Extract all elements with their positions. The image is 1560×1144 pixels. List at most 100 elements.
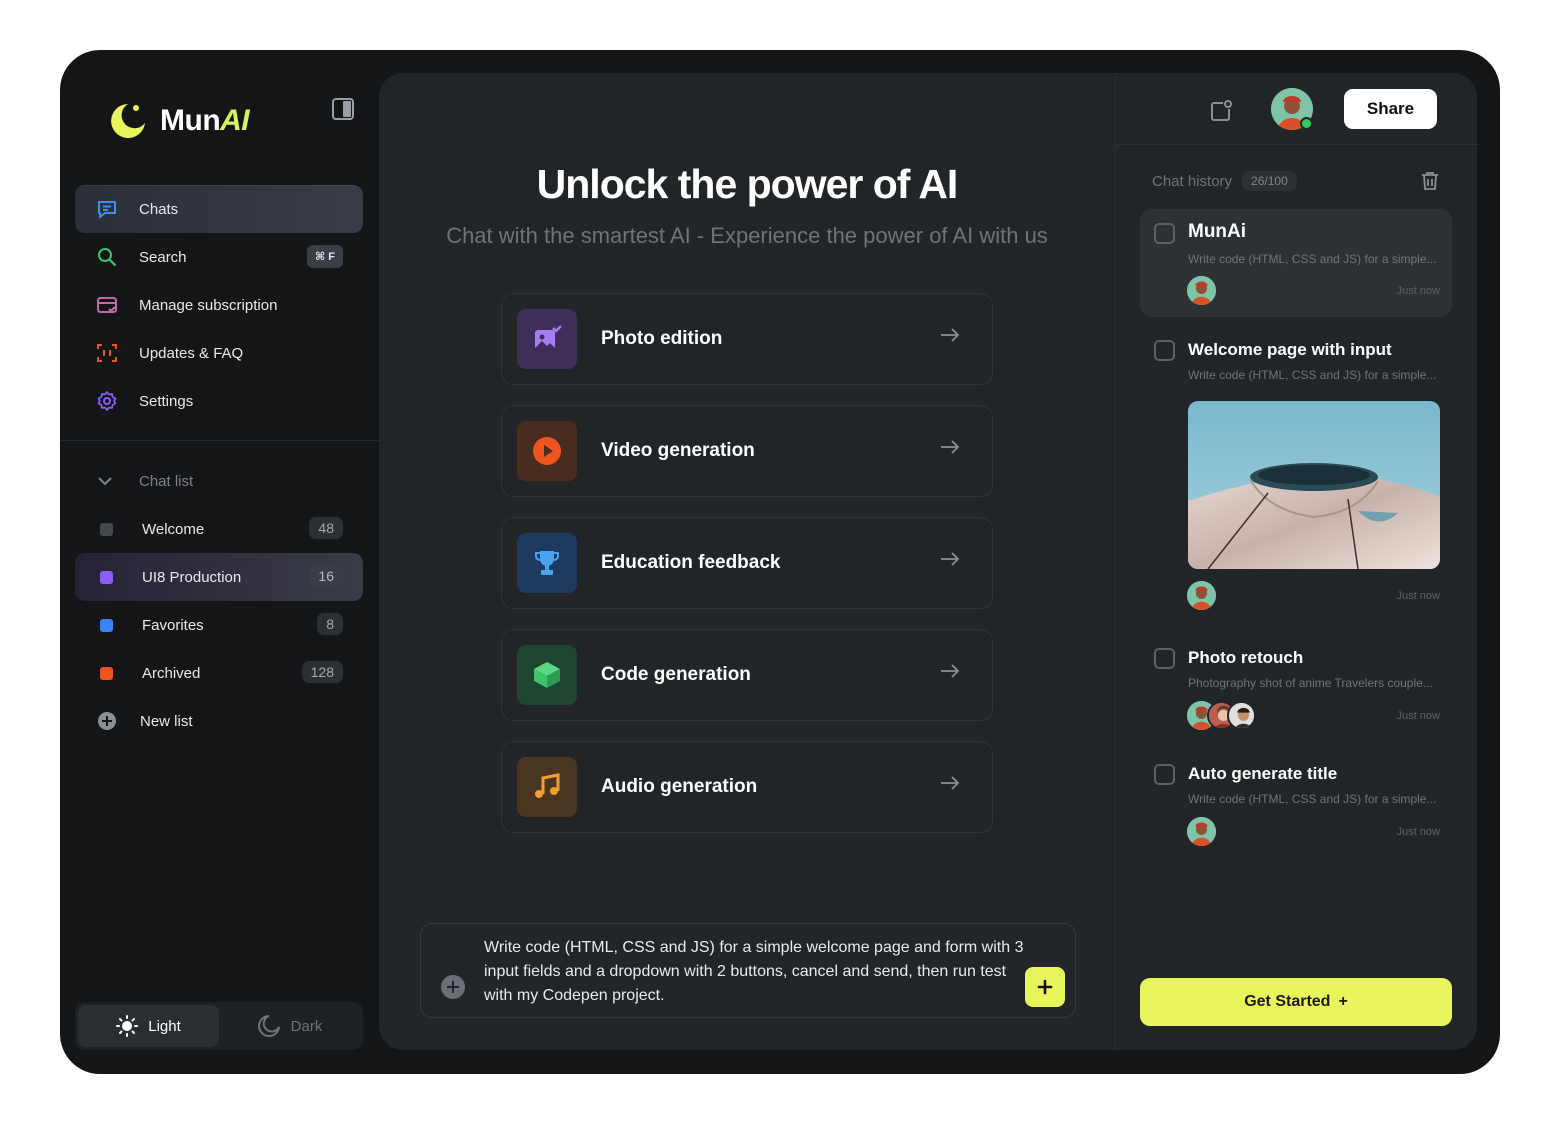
list-label: Archived — [142, 664, 201, 682]
card-code-generation[interactable]: Code generation — [501, 629, 993, 721]
history-title: Photo retouch — [1188, 648, 1304, 667]
list-item-archived[interactable]: Archived 128 — [75, 649, 363, 697]
list-label: UI8 Production — [142, 568, 242, 586]
list-color-dot — [100, 618, 113, 632]
send-button[interactable] — [1025, 967, 1065, 1007]
chat-list-title: Chat list — [139, 472, 194, 490]
list-count: 128 — [301, 661, 343, 683]
checkbox[interactable] — [1154, 223, 1175, 244]
theme-dark-label: Dark — [290, 1017, 323, 1035]
moon-icon — [257, 1015, 280, 1037]
music-icon — [517, 757, 577, 817]
history-desc: Photography shot of anime Travelers coup… — [1188, 676, 1433, 690]
card-label: Code generation — [601, 664, 751, 685]
card-audio-generation[interactable]: Audio generation — [501, 741, 993, 833]
checkbox[interactable] — [1154, 764, 1175, 785]
history-desc: Write code (HTML, CSS and JS) for a simp… — [1188, 368, 1437, 382]
search-icon — [95, 245, 119, 269]
nav-label: Search — [139, 248, 187, 266]
nav-item-search[interactable]: Search ⌘ F — [75, 233, 363, 281]
chevron-down-icon — [97, 473, 117, 490]
chat-list-header[interactable]: Chat list — [75, 457, 363, 505]
attach-plus-icon[interactable] — [441, 975, 465, 999]
main-nav: Chats Search ⌘ F Manage subscription Upd… — [75, 185, 363, 425]
theme-dark-button[interactable]: Dark — [219, 1005, 360, 1047]
message-input[interactable]: Write code (HTML, CSS and JS) for a simp… — [484, 936, 1029, 1008]
history-label: Chat history — [1152, 172, 1233, 190]
nav-item-chats[interactable]: Chats — [75, 185, 363, 233]
arrow-right-icon — [941, 552, 960, 566]
history-title: Welcome page with input — [1188, 340, 1392, 359]
message-composer[interactable]: Write code (HTML, CSS and JS) for a simp… — [420, 923, 1076, 1018]
list-count: 16 — [309, 565, 343, 587]
history-time: Just now — [1396, 710, 1440, 722]
history-count: 26/100 — [1242, 171, 1297, 191]
cube-icon — [517, 645, 577, 705]
checkbox[interactable] — [1154, 340, 1175, 361]
history-desc: Write code (HTML, CSS and JS) for a simp… — [1188, 792, 1437, 806]
image-thumbnail[interactable] — [1188, 401, 1440, 569]
card-label: Video generation — [601, 440, 755, 461]
arrow-right-icon — [941, 664, 960, 678]
history-item[interactable]: Auto generate title Write code (HTML, CS… — [1140, 749, 1452, 849]
nav-item-updates[interactable]: Updates & FAQ — [75, 329, 363, 377]
nav-item-settings[interactable]: Settings — [75, 377, 363, 425]
history-time: Just now — [1396, 826, 1440, 838]
list-item-ui8-production[interactable]: UI8 Production 16 — [75, 553, 363, 601]
moon-logo-icon — [111, 104, 145, 138]
card-education-feedback[interactable]: Education feedback — [501, 517, 993, 609]
new-list-button[interactable]: New list — [75, 697, 363, 745]
page-subtitle: Chat with the smartest AI - Experience t… — [446, 223, 1048, 248]
card-video-generation[interactable]: Video generation — [501, 405, 993, 497]
plus-circle-icon — [98, 712, 116, 730]
list-item-welcome[interactable]: Welcome 48 — [75, 505, 363, 553]
share-button[interactable]: Share — [1344, 89, 1437, 129]
plus-icon: + — [1338, 993, 1348, 1010]
logo[interactable]: MunAI — [106, 100, 250, 142]
theme-light-button[interactable]: Light — [78, 1005, 219, 1047]
list-color-dot — [100, 666, 113, 680]
avatar — [1187, 817, 1216, 846]
nav-label: Settings — [139, 392, 194, 410]
chat-bubble-icon — [95, 197, 119, 221]
history-item[interactable]: MunAi Write code (HTML, CSS and JS) for … — [1140, 209, 1452, 317]
avatar — [1187, 276, 1216, 305]
scan-icon — [95, 341, 119, 365]
history-time: Just now — [1396, 285, 1440, 297]
right-panel: Share Chat history 26/100 MunAi Write co… — [1115, 73, 1478, 1050]
card-label: Audio generation — [601, 776, 758, 797]
get-started-label: Get Started — [1244, 993, 1331, 1010]
list-item-favorites[interactable]: Favorites 8 — [75, 601, 363, 649]
arrow-right-icon — [941, 328, 960, 342]
nav-item-subscription[interactable]: Manage subscription — [75, 281, 363, 329]
list-count: 48 — [309, 517, 343, 539]
app-window: MunAI Chats Search ⌘ F Manage subscripti… — [60, 50, 1500, 1074]
online-status-dot — [1300, 117, 1313, 130]
trash-icon[interactable] — [1421, 171, 1439, 191]
main-panel: Unlock the power of AI Chat with the sma… — [379, 73, 1478, 1050]
get-started-button[interactable]: Get Started + — [1140, 978, 1452, 1026]
checkbox[interactable] — [1154, 648, 1175, 669]
new-chat-icon[interactable] — [1209, 99, 1233, 123]
history-item[interactable]: Welcome page with input Write code (HTML… — [1140, 325, 1452, 613]
list-label: Welcome — [142, 520, 205, 538]
nav-label: Updates & FAQ — [139, 344, 244, 362]
chat-area: Unlock the power of AI Chat with the sma… — [379, 73, 1115, 1050]
gear-icon — [95, 389, 119, 413]
history-header: Chat history 26/100 — [1152, 171, 1297, 191]
theme-light-label: Light — [148, 1017, 181, 1035]
theme-switcher: Light Dark — [75, 1002, 363, 1050]
history-item[interactable]: Photo retouch Photography shot of anime … — [1140, 633, 1452, 733]
nav-label: Manage subscription — [139, 296, 278, 314]
history-desc: Write code (HTML, CSS and JS) for a simp… — [1188, 252, 1437, 266]
divider — [60, 440, 380, 441]
new-list-label: New list — [140, 712, 193, 730]
sidebar-toggle-icon[interactable] — [332, 98, 354, 120]
card-label: Photo edition — [601, 328, 723, 349]
history-time: Just now — [1396, 590, 1440, 602]
history-title: MunAi — [1188, 221, 1247, 242]
card-photo-edition[interactable]: Photo edition — [501, 293, 993, 385]
play-icon — [517, 421, 577, 481]
avatar — [1187, 581, 1216, 610]
card-label: Education feedback — [601, 552, 781, 573]
